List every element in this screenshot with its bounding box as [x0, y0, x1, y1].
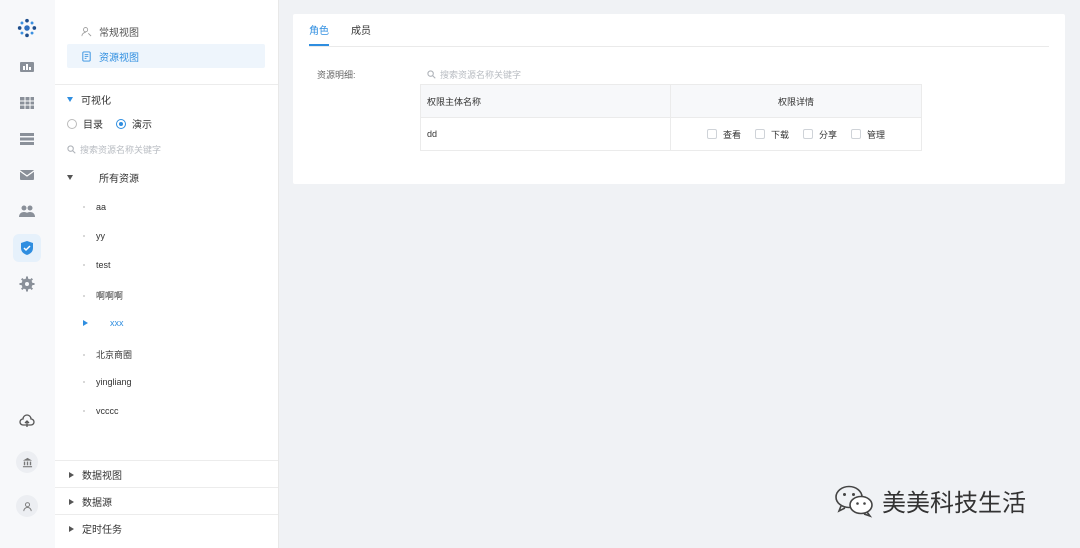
permission-card: 角色 成员 资源明细: 搜索资源名称关键字 权限主体名称 权限详情 dd 查看 … — [293, 14, 1065, 184]
table-header: 权限主体名称 权限详情 — [421, 85, 921, 118]
tree-item[interactable]: 啊啊啊 — [83, 289, 123, 302]
tree-item-label: aa — [96, 202, 107, 212]
section-visualization-label: 可视化 — [81, 96, 111, 107]
tree-item-label: 啊啊啊 — [96, 291, 124, 301]
section-data-source-label: 数据源 — [82, 498, 112, 509]
gear-icon[interactable] — [13, 270, 41, 298]
tree-item-label: yingliang — [96, 377, 132, 387]
shield-icon[interactable] — [13, 234, 41, 262]
checkbox-icon — [851, 129, 862, 139]
permission-manage-checkbox[interactable]: 管理 — [851, 128, 885, 141]
dashboard-icon[interactable] — [13, 54, 41, 82]
permission-share-checkbox[interactable]: 分享 — [803, 128, 837, 141]
view-nav: 常规视图 资源视图 — [55, 0, 278, 85]
tree-root-label: 所有资源 — [99, 174, 139, 185]
checkbox-icon — [803, 129, 813, 139]
regular-view-icon — [81, 26, 92, 36]
resource-sidebar: 常规视图 资源视图 可视化 目录 演示 搜索资源名称关键字 所有资源 aa yy… — [55, 0, 279, 548]
radio-demo[interactable] — [116, 118, 126, 129]
search-icon — [67, 145, 76, 154]
section-data-source[interactable]: 数据源 — [55, 487, 278, 515]
bullet-icon — [83, 353, 85, 356]
tree-item-label: test — [96, 260, 111, 270]
resource-search-input[interactable]: 搜索资源名称关键字 — [427, 68, 521, 81]
search-icon — [427, 70, 436, 79]
nav-regular-view-label: 常规视图 — [99, 27, 139, 39]
radio-demo-label: 演示 — [132, 120, 152, 131]
bullet-icon — [83, 235, 85, 237]
permission-label: 下载 — [770, 129, 789, 140]
header-permission-details: 权限详情 — [777, 96, 814, 107]
checkbox-icon — [706, 129, 717, 139]
permission-label: 查看 — [722, 129, 741, 140]
app-logo-icon[interactable] — [13, 14, 41, 42]
icon-rail — [0, 0, 56, 548]
tree-item-label: yy — [96, 231, 105, 241]
tab-members[interactable]: 成员 — [351, 14, 371, 45]
view-mode-radios: 目录 演示 — [67, 116, 152, 131]
tree-root[interactable]: 所有资源 — [67, 170, 139, 185]
tree-item-label: 北京商圈 — [96, 350, 133, 360]
caret-down-icon — [67, 97, 73, 102]
bullet-icon — [83, 264, 85, 266]
permission-label: 分享 — [819, 129, 838, 140]
cloud-upload-icon[interactable] — [13, 407, 41, 435]
tree-item[interactable]: yingliang — [83, 377, 132, 387]
bullet-icon — [83, 294, 85, 297]
permission-label: 管理 — [867, 129, 886, 140]
section-scheduled-tasks-label: 定时任务 — [82, 525, 122, 536]
users-icon[interactable] — [13, 197, 41, 225]
tree-item[interactable]: yy — [83, 231, 105, 241]
list-icon[interactable] — [13, 125, 41, 153]
subject-name-cell: dd — [421, 118, 671, 150]
section-data-view[interactable]: 数据视图 — [55, 460, 278, 488]
caret-right-icon — [69, 525, 74, 532]
header-subject-name: 权限主体名称 — [421, 85, 671, 117]
resource-search-placeholder: 搜索资源名称关键字 — [440, 70, 522, 80]
bullet-icon — [83, 410, 85, 412]
tab-bar: 角色 成员 — [309, 14, 1049, 47]
caret-right-icon — [69, 498, 74, 505]
checkbox-icon — [754, 129, 765, 139]
table-icon[interactable] — [13, 89, 41, 117]
nav-resource-view-label: 资源视图 — [99, 52, 139, 64]
resource-detail-label: 资源明细: — [317, 70, 356, 80]
tree-item[interactable]: xxx — [83, 318, 124, 328]
tree-item[interactable]: test — [83, 260, 111, 270]
sidebar-search-placeholder: 搜索资源名称关键字 — [80, 145, 162, 155]
sidebar-search-input[interactable]: 搜索资源名称关键字 — [67, 143, 161, 156]
tree-item[interactable]: vcccc — [83, 406, 119, 416]
nav-resource-view[interactable]: 资源视图 — [67, 44, 265, 68]
permission-view-checkbox[interactable]: 查看 — [706, 128, 741, 141]
tab-roles[interactable]: 角色 — [309, 14, 329, 46]
radio-directory-label: 目录 — [83, 120, 103, 131]
permission-cell: 查看 下载 分享 管理 — [671, 118, 921, 150]
mail-icon[interactable] — [13, 161, 41, 189]
permission-table: 权限主体名称 权限详情 dd 查看 下载 分享 管理 — [420, 84, 922, 151]
caret-right-icon — [69, 471, 74, 478]
bullet-icon — [83, 206, 85, 208]
section-data-view-label: 数据视图 — [82, 471, 122, 482]
watermark: 美美科技生活 — [834, 483, 1026, 518]
user-avatar-icon[interactable] — [16, 495, 38, 517]
table-row: dd 查看 下载 分享 管理 — [421, 118, 921, 150]
radio-directory[interactable] — [67, 118, 77, 129]
bank-icon[interactable] — [16, 451, 38, 473]
resource-view-icon — [82, 50, 91, 62]
section-scheduled-tasks[interactable]: 定时任务 — [55, 514, 278, 542]
tree-item-label: vcccc — [96, 406, 119, 416]
tree-item[interactable]: aa — [83, 202, 106, 212]
tree-item[interactable]: 北京商圈 — [83, 348, 132, 361]
watermark-text: 美美科技生活 — [882, 489, 1026, 517]
permission-download-checkbox[interactable]: 下载 — [754, 128, 789, 141]
tree-item-label: xxx — [110, 318, 124, 328]
caret-down-icon — [67, 175, 73, 180]
section-visualization[interactable]: 可视化 — [67, 92, 111, 107]
nav-regular-view[interactable]: 常规视图 — [67, 19, 265, 43]
wechat-icon — [835, 485, 873, 518]
bullet-icon — [83, 381, 85, 383]
caret-right-icon — [83, 320, 88, 326]
